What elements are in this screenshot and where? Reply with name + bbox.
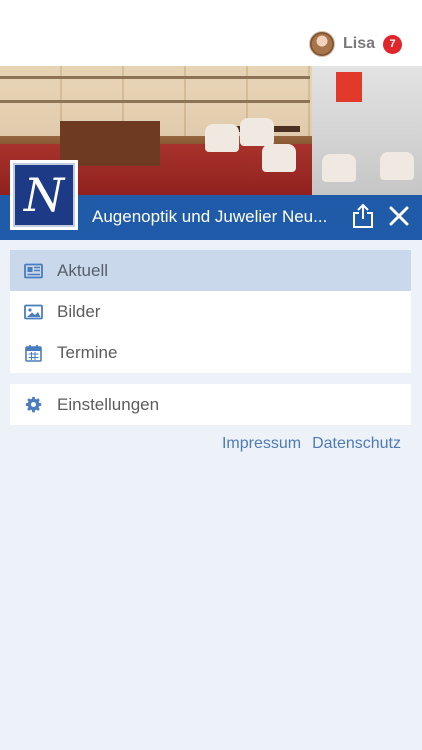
impressum-link[interactable]: Impressum [222, 435, 301, 453]
datenschutz-link[interactable]: Datenschutz [312, 435, 401, 453]
main-menu: Aktuell Bilder Termine [10, 250, 411, 373]
menu-item-aktuell[interactable]: Aktuell [10, 250, 411, 291]
logo-letter: N [13, 163, 75, 227]
share-icon [353, 203, 373, 228]
calendar-icon [24, 343, 43, 362]
avatar[interactable] [308, 31, 335, 57]
settings-item[interactable]: Einstellungen [10, 384, 411, 425]
share-button[interactable] [350, 202, 376, 230]
newspaper-icon [24, 261, 43, 280]
notification-badge[interactable]: 7 [383, 34, 402, 54]
business-logo: N [10, 160, 78, 230]
menu-item-label: Aktuell [57, 260, 109, 280]
close-button[interactable] [387, 204, 411, 228]
image-icon [24, 302, 43, 321]
close-icon [389, 206, 409, 226]
user-profile[interactable]: Lisa 7 [308, 30, 402, 58]
top-bar: Lisa 7 [0, 0, 422, 66]
gear-icon [24, 395, 43, 414]
menu-item-termine[interactable]: Termine [10, 332, 411, 373]
menu-item-label: Bilder [57, 301, 101, 321]
menu-item-bilder[interactable]: Bilder [10, 291, 411, 332]
footer-links: Impressum Datenschutz [222, 435, 401, 453]
settings-label: Einstellungen [57, 394, 160, 414]
menu-item-label: Termine [57, 342, 118, 362]
page-title: Augenoptik und Juwelier Neu... [92, 207, 328, 226]
user-name[interactable]: Lisa [343, 35, 375, 53]
